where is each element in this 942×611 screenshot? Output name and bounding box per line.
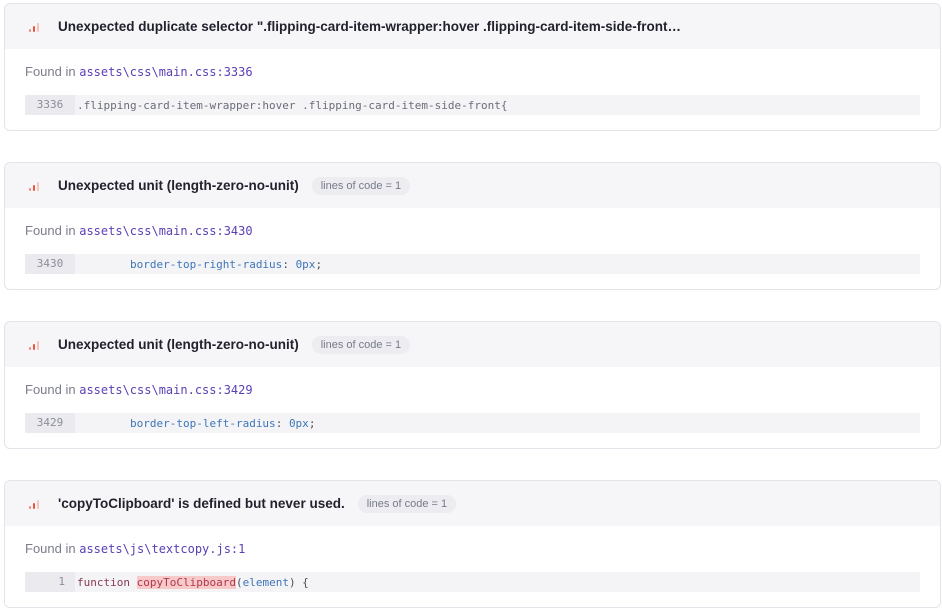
line-number: 3429 [25, 413, 75, 433]
found-in: Found in assets\js\textcopy.js:1 [25, 540, 920, 558]
issue-title: Unexpected duplicate selector ".flipping… [58, 19, 681, 34]
code-separator: : [275, 416, 289, 430]
severity-bars-icon [29, 181, 41, 191]
code-text: border-top-left-radius: 0px; [75, 417, 315, 430]
found-in: Found in assets\css\main.css:3430 [25, 222, 920, 240]
code-snippet: 1 function copyToClipboard(element) { [25, 572, 920, 592]
found-in: Found in assets\css\main.css:3429 [25, 381, 920, 399]
code-value: 0px [288, 416, 309, 430]
issue-title: Unexpected unit (length-zero-no-unit) [58, 337, 299, 352]
issue-title: 'copyToClipboard' is defined but never u… [58, 496, 345, 511]
code-property: border-top-right-radius [129, 257, 283, 271]
code-close: ) { [288, 575, 309, 589]
severity-bars-icon [29, 340, 41, 350]
issue-card[interactable]: Unexpected unit (length-zero-no-unit) li… [4, 321, 941, 449]
code-snippet: 3336 .flipping-card-item-wrapper:hover .… [25, 95, 920, 115]
found-in-label: Found in [25, 223, 76, 238]
line-number: 3336 [25, 95, 75, 115]
found-in-label: Found in [25, 382, 76, 397]
severity-bars-icon [29, 499, 41, 509]
issue-header[interactable]: Unexpected duplicate selector ".flipping… [5, 4, 940, 49]
line-number: 1 [25, 572, 75, 592]
code-snippet: 3430 border-top-right-radius: 0px; [25, 254, 920, 274]
found-in: Found in assets\css\main.css:3336 [25, 63, 920, 81]
issue-header[interactable]: Unexpected unit (length-zero-no-unit) li… [5, 163, 940, 208]
code-text: function copyToClipboard(element) { [75, 575, 309, 589]
lines-of-code-badge: lines of code = 1 [311, 176, 411, 195]
code-keyword: function [77, 575, 130, 589]
issue-card[interactable]: 'copyToClipboard' is defined but never u… [4, 480, 941, 608]
code-open-paren: ( [235, 575, 243, 589]
issues-list: Unexpected duplicate selector ".flipping… [0, 0, 942, 611]
lines-of-code-badge: lines of code = 1 [357, 494, 457, 513]
code-separator: : [282, 257, 296, 271]
code-end: ; [315, 257, 323, 271]
lines-of-code-badge: lines of code = 1 [311, 335, 411, 354]
severity-bars-icon [29, 22, 41, 32]
code-property: border-top-left-radius [129, 416, 276, 430]
file-path-link[interactable]: assets\css\main.css:3430 [79, 224, 252, 238]
file-path-link[interactable]: assets\css\main.css:3429 [79, 383, 252, 397]
issue-card[interactable]: Unexpected unit (length-zero-no-unit) li… [4, 162, 941, 290]
file-path-link[interactable]: assets\css\main.css:3336 [79, 65, 252, 79]
found-in-label: Found in [25, 64, 76, 79]
issue-header[interactable]: 'copyToClipboard' is defined but never u… [5, 481, 940, 526]
code-text: border-top-right-radius: 0px; [75, 258, 322, 271]
code-argument: element [242, 575, 289, 589]
issue-title: Unexpected unit (length-zero-no-unit) [58, 178, 299, 193]
code-end: ; [308, 416, 316, 430]
issue-card[interactable]: Unexpected duplicate selector ".flipping… [4, 3, 941, 131]
code-value: 0px [295, 257, 316, 271]
code-snippet: 3429 border-top-left-radius: 0px; [25, 413, 920, 433]
issue-header[interactable]: Unexpected unit (length-zero-no-unit) li… [5, 322, 940, 367]
found-in-label: Found in [25, 541, 76, 556]
code-highlighted-identifier: copyToClipboard [136, 575, 236, 589]
line-number: 3430 [25, 254, 75, 274]
code-text: .flipping-card-item-wrapper:hover .flipp… [77, 98, 508, 112]
file-path-link[interactable]: assets\js\textcopy.js:1 [79, 542, 245, 556]
